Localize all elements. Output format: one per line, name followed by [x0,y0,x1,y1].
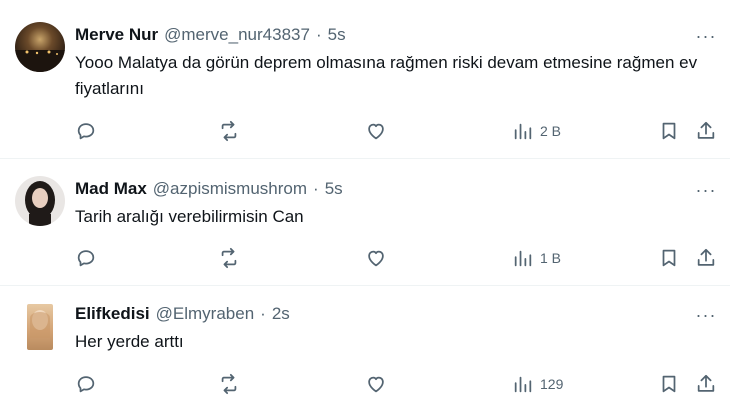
tweet-actions: 129 [0,369,730,399]
timestamp[interactable]: 5s [325,179,343,199]
separator-dot: · [313,179,319,198]
reply-button[interactable] [75,369,97,399]
share-button[interactable] [695,243,717,273]
author-handle[interactable]: @merve_nur43837 [164,25,310,45]
author-handle[interactable]: @Elmyraben [156,304,255,324]
share-icon [697,374,715,392]
avatar-image [25,181,55,226]
views-button[interactable]: 129 [512,369,563,399]
share-button[interactable] [695,116,717,146]
more-icon[interactable]: ··· [694,25,718,47]
bookmark-icon [662,122,676,140]
share-icon [697,121,715,139]
reply-feed: Merve Nur @merve_nur43837 · 5s ··· Yooo … [0,0,730,420]
avatar-image [30,310,50,338]
views-icon [514,250,532,267]
views-count: 2 B [540,123,562,139]
separator-dot: · [260,304,266,323]
like-button[interactable] [365,116,387,146]
tweet-header: Elifkedisi @Elmyraben · 2s [75,304,290,326]
tweet-text: Her yerde arttı [75,332,184,351]
tweet-actions: 1 B [0,243,730,273]
share-button[interactable] [695,369,717,399]
views-icon [514,123,532,140]
tweet[interactable]: Elifkedisi @Elmyraben · 2s ··· Her yerde… [0,285,730,420]
avatar[interactable] [15,176,65,226]
views-button[interactable]: 2 B [512,116,561,146]
like-icon [368,376,384,393]
reply-button[interactable] [75,116,97,146]
retweet-icon [221,120,237,142]
tweet-text: Yooo Malatya da görün deprem olmasına ra… [75,53,698,98]
tweet-actions: 2 B [0,116,730,146]
timestamp[interactable]: 2s [272,304,290,324]
like-button[interactable] [365,243,387,273]
like-icon [368,250,384,267]
author-handle[interactable]: @azpismismushrom [153,179,307,199]
tweet[interactable]: Merve Nur @merve_nur43837 · 5s ··· Yooo … [0,0,730,158]
author-name[interactable]: Elifkedisi [75,304,150,324]
views-button[interactable]: 1 B [512,243,561,273]
author-name[interactable]: Merve Nur [75,25,158,45]
retweet-icon [221,247,237,269]
separator-dot: · [315,25,322,44]
avatar-image [15,50,65,72]
views-count: 1 B [540,250,562,266]
reply-icon [77,376,95,393]
more-icon[interactable]: ··· [694,179,718,201]
tweet-header: Mad Max @azpismismushrom · 5s [75,179,343,201]
retweet-button[interactable] [218,369,240,399]
reply-icon [77,250,95,267]
bookmark-button[interactable] [658,116,680,146]
views-icon [514,376,532,393]
bookmark-icon [662,249,676,267]
bookmark-button[interactable] [658,369,680,399]
tweet[interactable]: Mad Max @azpismismushrom · 5s ··· Tarih … [0,158,730,285]
author-name[interactable]: Mad Max [75,179,147,199]
avatar[interactable] [15,22,65,72]
views-count: 129 [540,376,564,392]
avatar[interactable] [27,304,53,350]
reply-icon [77,123,95,140]
timestamp[interactable]: 5s [328,25,346,45]
like-button[interactable] [365,369,387,399]
retweet-button[interactable] [218,116,240,146]
bookmark-icon [662,375,676,393]
reply-button[interactable] [75,243,97,273]
more-icon[interactable]: ··· [694,304,718,326]
retweet-icon [221,373,237,395]
bookmark-button[interactable] [658,243,680,273]
retweet-button[interactable] [218,243,240,273]
share-icon [697,248,715,266]
like-icon [368,123,384,140]
tweet-text: Tarih aralığı verebilirmisin Can [75,207,304,226]
tweet-header: Merve Nur @merve_nur43837 · 5s [75,25,346,47]
